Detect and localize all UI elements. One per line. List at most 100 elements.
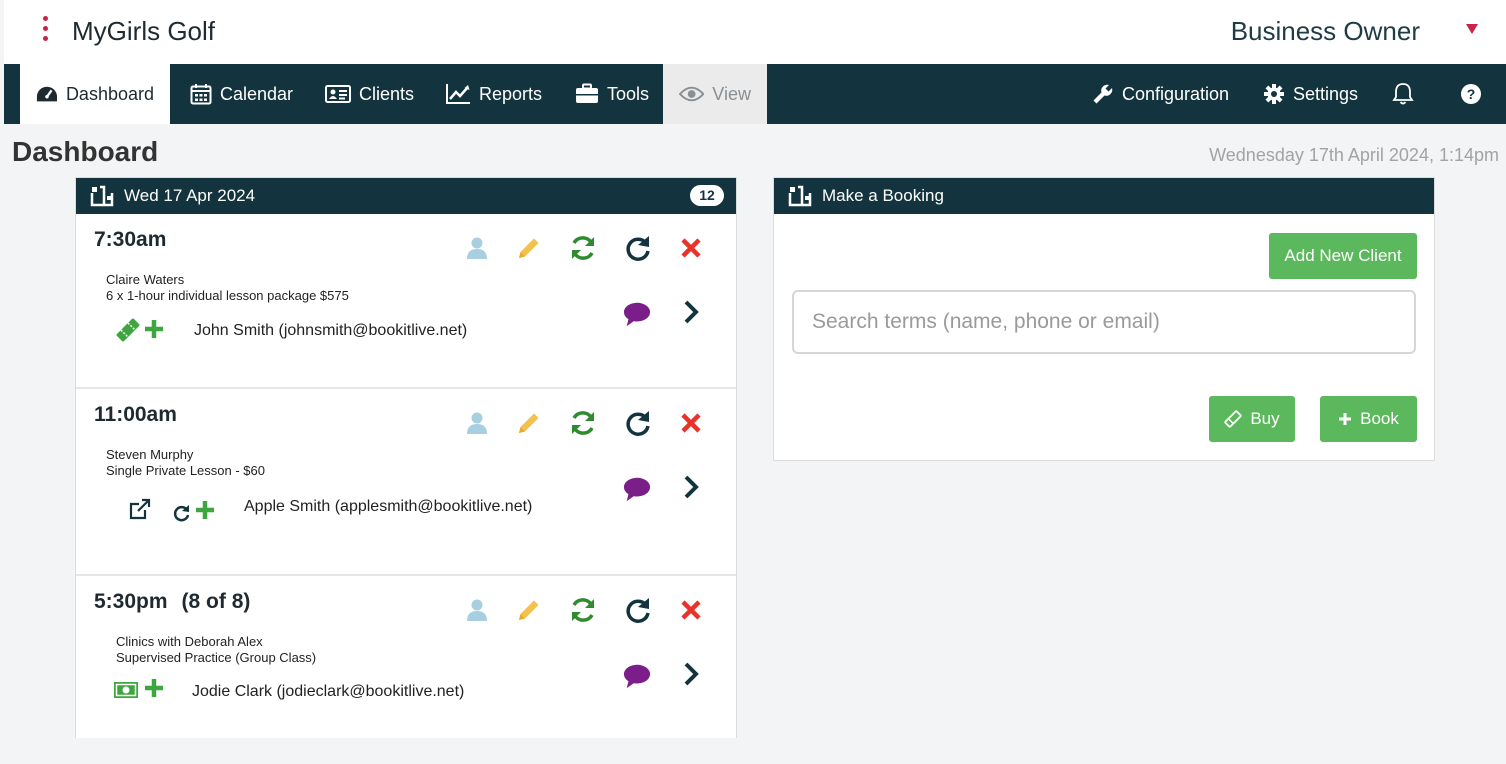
nav-settings-label: Settings: [1293, 83, 1359, 104]
wrench-icon: [1093, 84, 1113, 104]
nav-configuration-label: Configuration: [1122, 83, 1230, 104]
chevron-right-icon[interactable]: [677, 660, 705, 688]
toolbox-icon: [576, 83, 598, 103]
book-button[interactable]: Book: [1320, 396, 1417, 442]
nav-calendar[interactable]: Calendar: [174, 64, 309, 124]
role-selector[interactable]: Business Owner: [1231, 16, 1420, 47]
redo-icon[interactable]: [624, 234, 652, 262]
caret-down-icon[interactable]: [1466, 24, 1478, 34]
ticket-icon: [1224, 410, 1242, 428]
appointment-row[interactable]: 5:30pm (8 of 8) Clinics with Deborah Alex…: [76, 576, 736, 739]
id-card-icon: [325, 85, 351, 103]
ticket-icon[interactable]: [114, 316, 142, 344]
app-root: MyGirls Golf Business Owner Dashboard Ca…: [0, 0, 1506, 764]
expand-panel-icon[interactable]: [90, 185, 114, 207]
gear-icon: [1264, 84, 1284, 104]
appointment-time: 11:00am: [94, 403, 177, 426]
appointment-details: Claire Waters 6 x 1-hour individual less…: [106, 272, 349, 304]
nav-calendar-label: Calendar: [220, 83, 294, 104]
redo-icon[interactable]: [624, 596, 652, 624]
cash-icon[interactable]: [112, 676, 140, 704]
pencil-icon[interactable]: [515, 234, 543, 262]
make-booking-panel: Make a Booking Add New Client Buy Book: [773, 177, 1435, 461]
chat-icon[interactable]: [623, 475, 651, 503]
external-link-icon[interactable]: [126, 495, 154, 523]
appointment-capacity: (8 of 8): [181, 590, 251, 613]
kebab-menu-icon[interactable]: [36, 16, 56, 42]
pencil-icon[interactable]: [515, 596, 543, 624]
sync-icon[interactable]: [569, 234, 597, 262]
eye-icon: [679, 86, 705, 102]
appointment-time: 5:30pm (8 of 8): [94, 590, 250, 614]
day-schedule-panel: Wed 17 Apr 2024 12 7:30am Claire Waters …: [75, 177, 737, 738]
appointment-service: Single Private Lesson - $60: [106, 463, 265, 478]
appointment-time: 7:30am: [94, 228, 167, 251]
delete-icon[interactable]: [677, 409, 705, 437]
booking-panel-header: Make a Booking: [774, 178, 1434, 214]
booking-panel-title: Make a Booking: [822, 186, 944, 205]
appointment-count-badge: 12: [690, 185, 724, 206]
main-nav: Dashboard Calendar Clients Reports Tools…: [4, 64, 1506, 124]
delete-icon[interactable]: [677, 596, 705, 624]
nav-view[interactable]: View: [663, 64, 767, 124]
chevron-right-icon[interactable]: [677, 298, 705, 326]
nav-configuration[interactable]: Configuration: [1076, 64, 1245, 124]
pencil-icon[interactable]: [515, 409, 543, 437]
add-guest-icon[interactable]: [191, 496, 219, 524]
add-guest-icon[interactable]: [140, 315, 168, 343]
nav-dashboard[interactable]: Dashboard: [20, 64, 170, 124]
appointment-details: Steven Murphy Single Private Lesson - $6…: [106, 447, 265, 479]
question-circle-icon: ?: [1461, 84, 1481, 104]
user-icon[interactable]: [463, 234, 491, 262]
nav-reports-label: Reports: [479, 83, 543, 104]
notifications-button[interactable]: [1376, 64, 1430, 124]
user-icon[interactable]: [463, 596, 491, 624]
client-search-input[interactable]: [792, 290, 1416, 354]
chat-icon[interactable]: [623, 300, 651, 328]
appointment-guest[interactable]: Apple Smith (applesmith@bookitlive.net): [244, 498, 532, 516]
appointment-details: Clinics with Deborah Alex Supervised Pra…: [116, 634, 316, 666]
svg-text:?: ?: [1467, 86, 1476, 102]
appointment-row[interactable]: 7:30am Claire Waters 6 x 1-hour individu…: [76, 214, 736, 389]
book-button-label: Book: [1360, 409, 1399, 428]
page-title: Dashboard: [12, 136, 159, 167]
plus-icon: [1339, 413, 1352, 425]
help-button[interactable]: ?: [1444, 64, 1498, 124]
nav-reports[interactable]: Reports: [429, 64, 558, 124]
calendar-icon: [190, 84, 212, 105]
buy-button-label: Buy: [1250, 409, 1280, 428]
nav-view-label: View: [712, 83, 751, 104]
day-panel-date: Wed 17 Apr 2024: [124, 186, 256, 205]
line-chart-icon: [446, 84, 470, 104]
nav-clients[interactable]: Clients: [309, 64, 430, 124]
add-new-client-button[interactable]: Add New Client: [1269, 233, 1417, 279]
nav-settings[interactable]: Settings: [1247, 64, 1374, 124]
chat-icon[interactable]: [623, 662, 651, 690]
top-bar: MyGirls Golf Business Owner: [4, 0, 1506, 64]
sync-icon[interactable]: [569, 596, 597, 624]
nav-clients-label: Clients: [359, 83, 415, 104]
add-guest-icon[interactable]: [140, 674, 168, 702]
chevron-right-icon[interactable]: [677, 473, 705, 501]
app-title: MyGirls Golf: [72, 16, 215, 46]
delete-icon[interactable]: [677, 234, 705, 262]
sync-icon[interactable]: [569, 409, 597, 437]
appointment-guest[interactable]: John Smith (johnsmith@bookitlive.net): [194, 322, 467, 340]
dashboard-gauge-icon: [36, 86, 58, 102]
nav-dashboard-label: Dashboard: [65, 83, 154, 104]
appointment-guest[interactable]: Jodie Clark (jodieclark@bookitlive.net): [192, 683, 464, 701]
bell-icon: [1392, 83, 1414, 105]
nav-tools[interactable]: Tools: [559, 64, 665, 124]
current-datetime: Wednesday 17th April 2024, 1:14pm: [1209, 145, 1499, 165]
expand-panel-icon[interactable]: [788, 185, 812, 207]
appointment-time-value: 5:30pm: [94, 590, 168, 613]
user-icon[interactable]: [463, 409, 491, 437]
buy-button[interactable]: Buy: [1209, 396, 1295, 442]
day-panel-header: Wed 17 Apr 2024 12: [76, 178, 736, 214]
nav-tools-label: Tools: [607, 83, 650, 104]
appointment-client-name: Steven Murphy: [106, 447, 194, 462]
appointment-row[interactable]: 11:00am Steven Murphy Single Private Les…: [76, 389, 736, 576]
redo-icon[interactable]: [624, 409, 652, 437]
appointment-client-name: Claire Waters: [106, 272, 185, 287]
appointment-client-name: Clinics with Deborah Alex: [116, 634, 263, 649]
